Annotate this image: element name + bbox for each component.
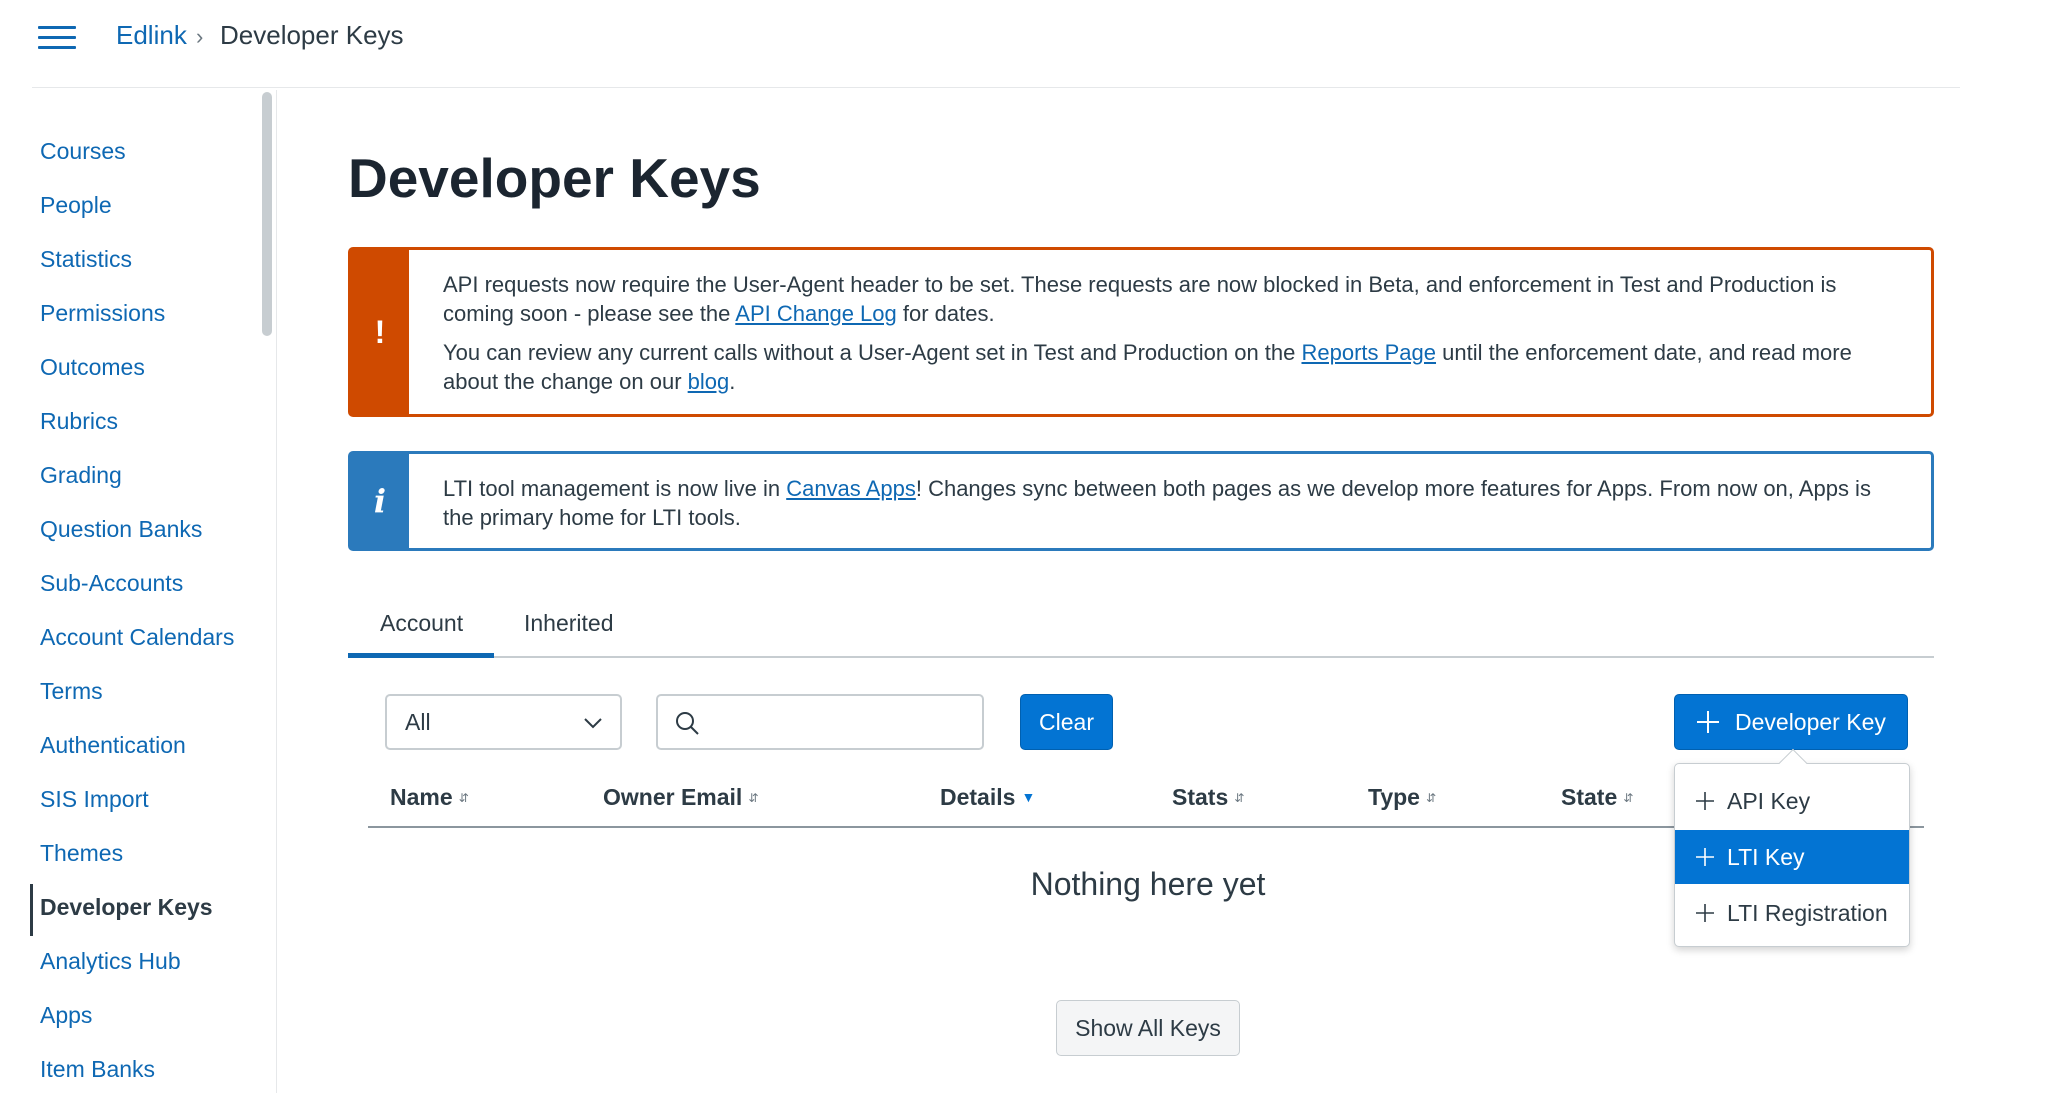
key-filter-select[interactable]: All — [385, 694, 622, 750]
sort-icon: ⇵ — [1234, 791, 1245, 805]
account-sidebar: Courses People Statistics Permissions Ou… — [0, 90, 260, 1093]
tab-inherited[interactable]: Inherited — [524, 610, 614, 637]
menu-item-label: LTI Key — [1727, 844, 1805, 870]
menu-item-api-key[interactable]: API Key — [1675, 774, 1909, 828]
sort-icon: ⇵ — [1623, 791, 1634, 805]
sidebar-divider — [276, 90, 277, 1093]
sidebar-item-outcomes[interactable]: Outcomes — [40, 354, 145, 381]
column-header-state[interactable]: State ⇵ — [1561, 784, 1633, 811]
sidebar-item-themes[interactable]: Themes — [40, 840, 123, 867]
filter-selected-value: All — [405, 709, 431, 735]
add-developer-key-button[interactable]: Developer Key — [1674, 694, 1908, 750]
clear-button[interactable]: Clear — [1020, 694, 1113, 750]
hamburger-menu-icon[interactable] — [38, 24, 76, 52]
sidebar-item-authentication[interactable]: Authentication — [40, 732, 186, 759]
sidebar-item-sis-import[interactable]: SIS Import — [40, 786, 149, 813]
sidebar-item-courses[interactable]: Courses — [40, 138, 126, 165]
blog-link[interactable]: blog — [688, 369, 730, 394]
sidebar-item-rubrics[interactable]: Rubrics — [40, 408, 118, 435]
canvas-apps-link[interactable]: Canvas Apps — [786, 476, 916, 501]
exclamation-icon: ! — [351, 250, 409, 414]
tab-selected-indicator — [348, 653, 494, 658]
sort-icon: ⇵ — [1425, 791, 1437, 805]
sort-descending-icon: ▼ — [1021, 789, 1036, 805]
plus-icon — [1697, 711, 1719, 733]
info-icon: i — [351, 454, 409, 548]
sidebar-item-analytics-hub[interactable]: Analytics Hub — [40, 948, 181, 975]
menu-item-label: API Key — [1727, 788, 1811, 814]
plus-icon — [1696, 848, 1714, 866]
sidebar-item-item-banks[interactable]: Item Banks — [40, 1056, 155, 1083]
search-input[interactable] — [710, 704, 970, 742]
column-header-details[interactable]: Details ▼ — [940, 784, 1035, 811]
menu-caret — [1778, 748, 1808, 778]
warning-paragraph-2: You can review any current calls without… — [443, 340, 1852, 394]
user-agent-warning-alert: ! API requests now require the User-Agen… — [348, 247, 1934, 417]
sidebar-item-question-banks[interactable]: Question Banks — [40, 516, 202, 543]
tab-account[interactable]: Account — [380, 610, 463, 637]
column-header-type[interactable]: Type ⇵ — [1368, 784, 1436, 811]
sidebar-item-grading[interactable]: Grading — [40, 462, 122, 489]
sort-icon: ⇵ — [748, 791, 759, 805]
tabs-divider — [348, 656, 1934, 658]
sidebar-item-account-calendars[interactable]: Account Calendars — [40, 624, 234, 651]
breadcrumb-current: Developer Keys — [220, 20, 404, 50]
sidebar-scrollbar[interactable] — [262, 92, 272, 336]
header-divider — [32, 87, 1960, 88]
lti-info-alert: i LTI tool management is now live in Can… — [348, 451, 1934, 551]
sidebar-item-statistics[interactable]: Statistics — [40, 246, 132, 273]
column-header-stats[interactable]: Stats ⇵ — [1172, 784, 1244, 811]
sidebar-item-apps[interactable]: Apps — [40, 1002, 92, 1029]
breadcrumb-root-link[interactable]: Edlink — [116, 20, 187, 51]
plus-icon — [1696, 792, 1714, 810]
column-header-name[interactable]: Name ⇵ — [390, 784, 469, 811]
api-change-log-link[interactable]: API Change Log — [735, 301, 896, 326]
menu-item-lti-registration[interactable]: LTI Registration — [1675, 886, 1909, 940]
warning-paragraph-1: API requests now require the User-Agent … — [443, 272, 1837, 326]
info-paragraph: LTI tool management is now live in Canva… — [443, 476, 1871, 530]
sort-icon: ⇵ — [458, 791, 469, 805]
menu-item-label: LTI Registration — [1727, 900, 1888, 926]
search-field[interactable] — [656, 694, 984, 750]
sidebar-item-people[interactable]: People — [40, 192, 112, 219]
menu-item-lti-key[interactable]: LTI Key — [1675, 830, 1909, 884]
sidebar-item-terms[interactable]: Terms — [40, 678, 103, 705]
developer-keys-tabs: Account Inherited — [348, 590, 1934, 658]
column-header-owner-email[interactable]: Owner Email ⇵ — [603, 784, 758, 811]
sidebar-item-permissions[interactable]: Permissions — [40, 300, 165, 327]
top-header: Edlink › Developer Keys — [0, 0, 1960, 88]
plus-icon — [1696, 904, 1714, 922]
add-developer-key-label: Developer Key — [1735, 709, 1886, 735]
add-key-menu: API Key LTI Key LTI Registration — [1674, 748, 1910, 947]
page-title: Developer Keys — [348, 147, 761, 209]
sidebar-item-sub-accounts[interactable]: Sub-Accounts — [40, 570, 183, 597]
show-all-keys-button[interactable]: Show All Keys — [1056, 1000, 1240, 1056]
reports-page-link[interactable]: Reports Page — [1301, 340, 1436, 365]
search-icon — [676, 712, 699, 735]
breadcrumb-separator-icon: › — [196, 24, 204, 49]
chevron-down-icon — [584, 718, 602, 729]
